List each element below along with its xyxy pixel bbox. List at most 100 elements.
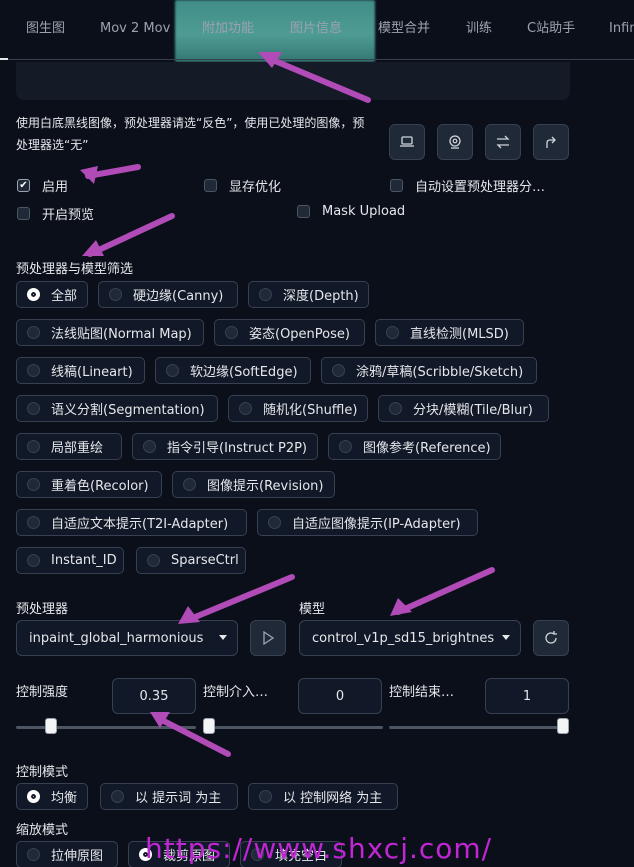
arrow-to-model: [395, 567, 495, 615]
arrow-to-filter-label: [87, 213, 175, 257]
filter-sparsectrl[interactable]: SparseCtrl: [136, 547, 246, 574]
lowvram-label: 显存优化: [229, 180, 282, 195]
filter-label: 随机化(Shuffle): [263, 403, 358, 418]
start-slider-track[interactable]: [203, 726, 383, 729]
camera-icon: [449, 135, 461, 149]
filter-lineart[interactable]: 线稿(Lineart): [16, 357, 145, 384]
control-mode-text: 以 控制网络 为主: [283, 791, 383, 806]
filter-instant-id[interactable]: Instant_ID: [16, 547, 124, 574]
radio-selected-icon: [27, 288, 40, 301]
control-mode-controlnet[interactable]: 以 控制网络 为主: [248, 783, 398, 810]
swap-button[interactable]: [485, 124, 521, 160]
tab-png-info[interactable]: 图片信息: [290, 0, 342, 58]
refresh-models-button[interactable]: [533, 620, 569, 656]
control-mode-text: 以 提示词 为主: [135, 791, 222, 806]
arrow-to-enable: [85, 164, 141, 179]
arrowhead: [80, 166, 98, 184]
start-input[interactable]: 0: [298, 678, 382, 714]
radio-icon: [27, 478, 40, 491]
filter-depth[interactable]: 深度(Depth): [248, 281, 369, 308]
tab-img2img[interactable]: 图生图: [26, 0, 65, 58]
camera-button[interactable]: [437, 124, 473, 160]
weight-slider-thumb[interactable]: [45, 718, 58, 734]
filter-label: 线稿(Lineart): [51, 365, 133, 380]
start-slider-thumb[interactable]: [203, 718, 215, 734]
filter-revision[interactable]: 图像提示(Revision): [172, 471, 335, 498]
radio-icon: [27, 402, 40, 415]
radio-icon: [259, 288, 272, 301]
end-slider-track[interactable]: [389, 726, 569, 729]
webcam-toggle-button[interactable]: [389, 124, 425, 160]
enable-checkbox[interactable]: ✔ 启用: [17, 176, 68, 195]
tab-active-indicator: [0, 58, 8, 60]
filter-normal-map[interactable]: 法线贴图(Normal Map): [16, 319, 204, 346]
radio-icon: [389, 402, 402, 415]
run-preprocessor-button[interactable]: [250, 620, 286, 656]
tab-extras[interactable]: 附加功能: [202, 0, 254, 58]
filter-tile[interactable]: 分块/模糊(Tile/Blur): [378, 395, 549, 422]
lowvram-checkbox[interactable]: 显存优化: [204, 176, 281, 195]
filter-segmentation[interactable]: 语义分割(Segmentation): [16, 395, 218, 422]
filter-label: 重着色(Recolor): [51, 479, 149, 494]
end-input[interactable]: 1: [485, 678, 569, 714]
weight-input[interactable]: 0.35: [112, 678, 196, 714]
control-mode-prompt[interactable]: 以 提示词 为主: [100, 783, 238, 810]
checkbox-box: [17, 207, 30, 220]
send-dimensions-button[interactable]: [533, 124, 569, 160]
filter-shuffle[interactable]: 随机化(Shuffle): [228, 395, 368, 422]
filter-label: 局部重绘: [51, 441, 104, 456]
resize-mode-text: 拉伸原图: [51, 849, 104, 864]
tab-mov2mov[interactable]: Mov 2 Mov: [100, 0, 170, 58]
model-select[interactable]: control_v1p_sd15_brightnes: [299, 620, 521, 656]
filter-label: 深度(Depth): [283, 289, 359, 304]
radio-icon: [109, 288, 122, 301]
preview-checkbox[interactable]: 开启预览: [17, 204, 94, 223]
control-mode-text: 均衡: [51, 791, 78, 806]
filter-softedge[interactable]: 软边缘(SoftEdge): [155, 357, 311, 384]
end-slider-thumb[interactable]: [557, 718, 569, 734]
image-upload-area[interactable]: [16, 62, 570, 100]
radio-selected-icon: [27, 790, 40, 803]
check-icon: ✔: [17, 179, 30, 192]
radio-icon: [27, 516, 40, 529]
filter-openpose[interactable]: 姿态(OpenPose): [214, 319, 365, 346]
control-mode-label: 控制模式: [16, 765, 69, 780]
filter-label: 硬边缘(Canny): [133, 289, 224, 304]
radio-icon: [239, 402, 252, 415]
checkbox-box: [297, 205, 310, 218]
checkbox-box: [390, 179, 403, 192]
radio-icon: [225, 326, 238, 339]
mask-upload-checkbox[interactable]: Mask Upload: [297, 204, 405, 219]
preprocessor-value: inpaint_global_harmonious: [29, 630, 204, 646]
tab-civitai-helper[interactable]: C站助手: [527, 0, 575, 58]
filter-label: 直线检测(MLSD): [410, 327, 509, 342]
radio-icon: [27, 364, 40, 377]
weight-slider-track[interactable]: [16, 726, 196, 729]
resize-mode-stretch[interactable]: 拉伸原图: [16, 841, 118, 867]
filter-recolor[interactable]: 重着色(Recolor): [16, 471, 162, 498]
preprocessor-select[interactable]: inpaint_global_harmonious: [16, 620, 238, 656]
preprocessor-label: 预处理器: [16, 602, 69, 617]
filter-reference[interactable]: 图像参考(Reference): [328, 433, 501, 460]
filter-scribble[interactable]: 涂鸦/草稿(Scribble/Sketch): [321, 357, 537, 384]
chevron-down-icon: [219, 635, 227, 640]
filter-ip-adapter[interactable]: 自适应图像提示(IP-Adapter): [257, 509, 478, 536]
filter-label: 自适应文本提示(T2I-Adapter): [51, 517, 229, 532]
filter-inpaint[interactable]: 局部重绘: [16, 433, 122, 460]
tab-train[interactable]: 训练: [466, 0, 492, 58]
tab-merge[interactable]: 模型合并: [378, 0, 430, 58]
radio-icon: [166, 364, 179, 377]
filter-all[interactable]: 全部: [16, 281, 88, 308]
arrow-to-weight: [155, 715, 231, 757]
filter-t2i-adapter[interactable]: 自适应文本提示(T2I-Adapter): [16, 509, 247, 536]
checkbox-box: [204, 179, 217, 192]
control-mode-balanced[interactable]: 均衡: [16, 783, 88, 810]
filter-instruct-p2p[interactable]: 指令引导(Instruct P2P): [132, 433, 318, 460]
play-icon: [263, 631, 274, 645]
tab-infinite[interactable]: Infin: [609, 0, 634, 58]
filter-canny[interactable]: 硬边缘(Canny): [98, 281, 238, 308]
radio-icon: [27, 326, 40, 339]
radio-icon: [147, 554, 160, 567]
auto-preprocessor-checkbox[interactable]: 自动设置预处理器分…: [390, 176, 545, 195]
filter-mlsd[interactable]: 直线检测(MLSD): [375, 319, 524, 346]
